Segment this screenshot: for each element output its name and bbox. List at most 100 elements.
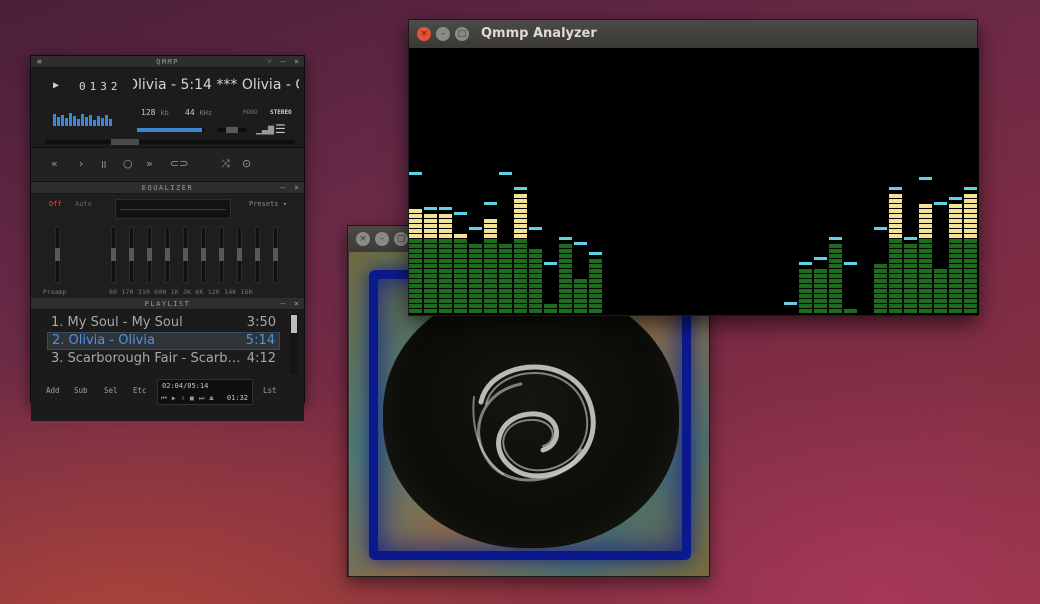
seek-bar[interactable]	[45, 139, 295, 145]
play-status-icon: ▶	[53, 80, 60, 91]
analyzer-peak	[544, 262, 557, 265]
playlist-item[interactable]: 3. Scarborough Fair - Scarborough Fair4:…	[47, 350, 280, 368]
eq-band-slider[interactable]	[183, 227, 188, 283]
analyzer-peak	[934, 202, 947, 205]
analyzer-peak	[469, 227, 482, 230]
mini-visualizer[interactable]	[53, 112, 115, 126]
playlist-toggle-icon[interactable]: ☰	[275, 122, 286, 136]
eq-band-slider[interactable]	[273, 227, 278, 283]
analyzer-bar	[874, 227, 887, 313]
equalizer-window-buttons[interactable]: – ×	[281, 182, 301, 194]
menu-icon[interactable]: ≡	[37, 56, 43, 68]
repeat-button[interactable]: ⊙	[242, 157, 251, 170]
player-window-buttons[interactable]: ˅ – ×	[267, 56, 301, 68]
eq-band-labels: 60 170 310 600 1K 3K 6K 12K 14K 16K	[109, 288, 253, 296]
analyzer-peak	[484, 202, 497, 205]
eq-band-slider[interactable]	[237, 227, 242, 283]
analyzer-peak	[964, 187, 977, 190]
analyzer-peak	[559, 237, 572, 240]
spectrum-analyzer	[409, 48, 979, 315]
playlist-etc-button[interactable]: Etc	[133, 386, 147, 395]
player-titlebar[interactable]: ≡ QMMP ˅ – ×	[31, 56, 304, 68]
transport-controls: « › ॥ ○ » ⊂⊃ ⤨ ⊙	[31, 148, 304, 182]
analyzer-bar	[904, 237, 917, 313]
analyzer-peak	[844, 262, 857, 265]
preamp-label: Preamp	[43, 288, 67, 296]
playlist-item[interactable]: 1. My Soul - My Soul 3:50	[47, 314, 280, 332]
analyzer-bar	[934, 202, 947, 313]
close-icon[interactable]: ×	[417, 27, 431, 41]
eq-band-slider[interactable]	[201, 227, 206, 283]
playlist-list-button[interactable]: Lst	[263, 386, 277, 395]
close-icon[interactable]: ×	[356, 232, 370, 246]
playlist-add-button[interactable]: Add	[46, 386, 60, 395]
swirl-visual	[472, 364, 596, 482]
eq-band-slider[interactable]	[165, 227, 170, 283]
eq-band-slider[interactable]	[147, 227, 152, 283]
playlist-sub-button[interactable]: Sub	[74, 386, 88, 395]
analyzer-bar	[589, 252, 602, 313]
analyzer-bar	[544, 262, 557, 313]
maximize-icon[interactable]: □	[394, 232, 408, 246]
seek-knob[interactable]	[111, 139, 139, 145]
eq-band-slider[interactable]	[129, 227, 134, 283]
analyzer-titlebar[interactable]: × – □ Qmmp Analyzer	[409, 20, 977, 48]
qmmp-player-window: ≡ QMMP ˅ – × ▶ 0132 Olivia - 5:14 *** Ol…	[30, 55, 305, 421]
analyzer-peak	[589, 252, 602, 255]
equalizer-title: EQUALIZER	[141, 184, 194, 192]
eq-band-slider[interactable]	[255, 227, 260, 283]
equalizer-toggle-icon[interactable]: ▁▃▆	[256, 124, 274, 135]
player-display: ▶ 0132 Olivia - 5:14 *** Olivia - Olivia…	[31, 68, 304, 148]
analyzer-bar	[889, 187, 902, 313]
analyzer-bar	[529, 227, 542, 313]
player-title: QMMP	[156, 58, 179, 66]
stop-button[interactable]: ○	[123, 157, 133, 170]
playlist-sel-button[interactable]: Sel	[104, 386, 118, 395]
analyzer-bar	[454, 212, 467, 313]
eq-auto-button[interactable]: Auto	[75, 200, 92, 208]
analyzer-peak	[874, 227, 887, 230]
balance-slider[interactable]	[217, 127, 247, 133]
analyzer-bar	[559, 237, 572, 313]
equalizer-panel: Off Auto Presets ▾ Preamp 60 170 310 600…	[31, 194, 304, 298]
preamp-slider[interactable]	[55, 227, 60, 283]
playlist-panel: 1. My Soul - My Soul 3:50 2. Olivia - Oli…	[31, 310, 304, 421]
pause-button[interactable]: ॥	[100, 157, 107, 172]
volume-slider[interactable]	[137, 128, 205, 132]
eq-band-slider[interactable]	[111, 227, 116, 283]
mini-transport-icons[interactable]: ⏮ ▶ ॥ ■ ⏭ ⏏	[161, 394, 214, 403]
eq-presets-button[interactable]: Presets ▾	[249, 200, 287, 208]
previous-button[interactable]: «	[51, 157, 58, 170]
eq-curve-graph	[115, 199, 231, 219]
analyzer-peak	[784, 302, 797, 305]
analyzer-peak	[814, 257, 827, 260]
analyzer-bar	[484, 202, 497, 313]
eject-button[interactable]: ⊂⊃	[170, 157, 188, 170]
equalizer-titlebar[interactable]: EQUALIZER – ×	[31, 182, 304, 194]
shuffle-button[interactable]: ⤨	[221, 157, 230, 171]
time-display[interactable]: 0132	[79, 80, 122, 93]
analyzer-peak	[499, 172, 512, 175]
balance-knob[interactable]	[226, 127, 238, 133]
eq-footer: Preamp 60 170 310 600 1K 3K 6K 12K 14K 1…	[31, 288, 304, 298]
scrollbar-thumb[interactable]	[291, 315, 297, 333]
playlist-item[interactable]: 2. Olivia - Olivia 5:14	[47, 332, 280, 350]
next-button[interactable]: »	[146, 157, 153, 170]
analyzer-peak	[904, 237, 917, 240]
minimize-icon[interactable]: –	[436, 27, 450, 41]
analyzer-bar	[784, 302, 797, 305]
playlist-titlebar[interactable]: PLAYLIST – ×	[31, 298, 304, 310]
playlist-title: PLAYLIST	[144, 300, 191, 308]
play-button[interactable]: ›	[79, 157, 83, 170]
analyzer-window: × – □ Qmmp Analyzer	[408, 19, 979, 316]
eq-band-slider[interactable]	[219, 227, 224, 283]
playlist: 1. My Soul - My Soul 3:50 2. Olivia - Oli…	[47, 314, 280, 368]
minimize-icon[interactable]: –	[375, 232, 389, 246]
analyzer-bar	[424, 207, 437, 313]
analyzer-bar	[829, 237, 842, 313]
eq-off-button[interactable]: Off	[49, 200, 62, 208]
analyzer-bar	[514, 187, 527, 313]
maximize-icon[interactable]: □	[455, 27, 469, 41]
playlist-scrollbar[interactable]	[290, 314, 298, 374]
playlist-window-buttons[interactable]: – ×	[281, 298, 301, 310]
